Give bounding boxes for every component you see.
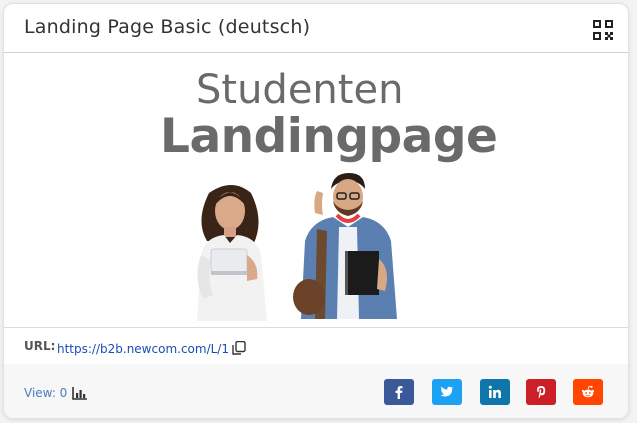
reddit-share-button[interactable]: [573, 379, 603, 405]
landing-page-card: Landing Page Basic (deutsch) Studenten L…: [3, 3, 629, 419]
copy-icon[interactable]: [232, 340, 246, 355]
hero-title-line2: Landingpage: [160, 109, 498, 164]
linkedin-share-button[interactable]: [480, 379, 510, 405]
qr-code-icon[interactable]: [593, 20, 613, 40]
linkedin-icon: [488, 385, 501, 398]
facebook-icon: [395, 386, 403, 399]
card-header: Landing Page Basic (deutsch): [4, 4, 628, 53]
twitter-share-button[interactable]: [432, 379, 462, 405]
card-title: Landing Page Basic (deutsch): [24, 16, 311, 38]
reddit-icon: [581, 385, 595, 398]
twitter-icon: [440, 386, 454, 397]
card-footer: View: 0: [4, 364, 628, 418]
url-row: URL: https://b2b.newcom.com/L/1: [4, 328, 628, 364]
male-student-image: [293, 173, 397, 319]
pinterest-icon: [537, 386, 546, 399]
views-label: View: 0: [24, 386, 68, 400]
views-count[interactable]: View: 0: [24, 386, 87, 400]
hero-title-line1: Studenten: [196, 67, 404, 113]
female-student-image: [197, 185, 267, 321]
facebook-share-button[interactable]: [384, 379, 414, 405]
url-label: URL:: [24, 339, 56, 353]
chart-icon: [72, 386, 88, 400]
pinterest-share-button[interactable]: [526, 379, 556, 405]
landing-page-url-link[interactable]: https://b2b.newcom.com/L/1: [57, 342, 229, 356]
landing-page-preview[interactable]: Studenten Landingpage: [4, 53, 628, 328]
